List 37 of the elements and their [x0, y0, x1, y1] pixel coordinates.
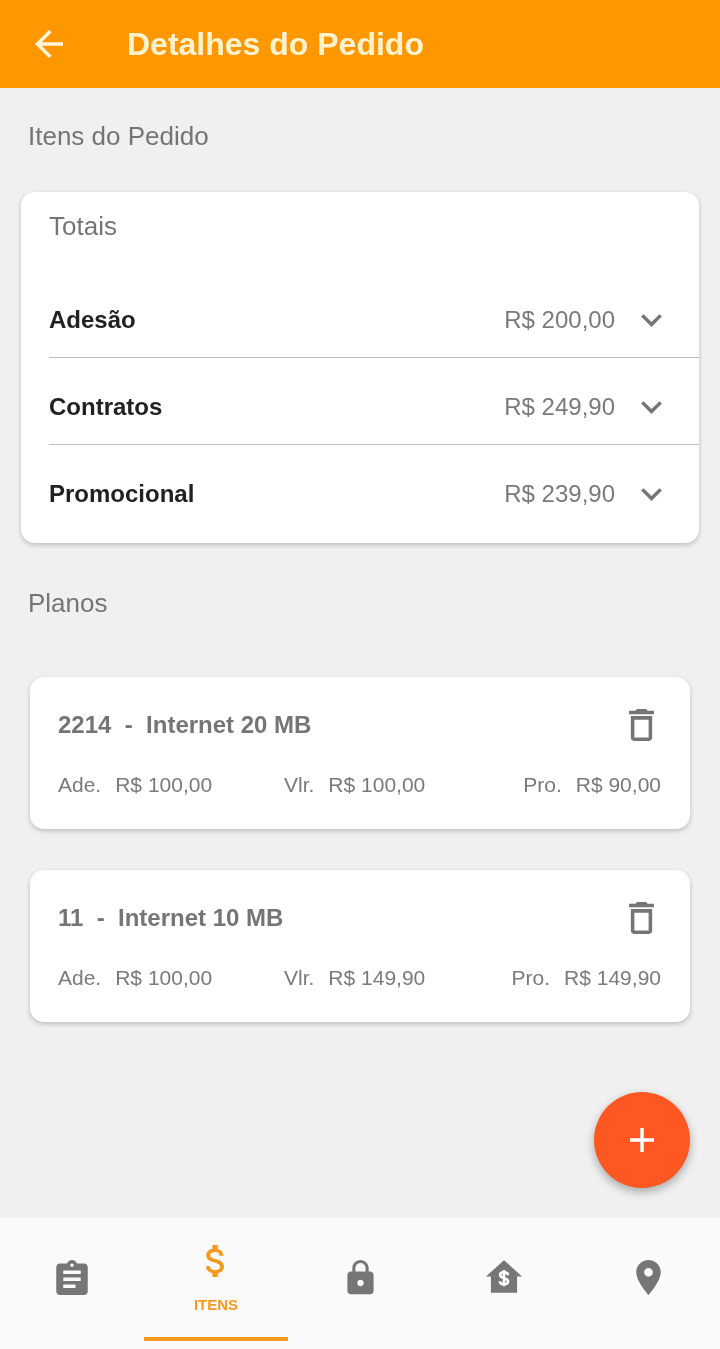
- add-button[interactable]: [594, 1092, 690, 1188]
- field-label: Vlr.: [284, 965, 315, 991]
- page-title: Detalhes do Pedido: [127, 25, 424, 63]
- plus-icon: [630, 1128, 654, 1152]
- house-dollar-icon: [486, 1260, 522, 1293]
- total-label: Promocional: [49, 480, 195, 508]
- card-title: Totais: [49, 211, 117, 241]
- chevron-down-icon[interactable]: [641, 487, 662, 501]
- location-pin-icon: [635, 1260, 661, 1295]
- nav-tab[interactable]: ITENS: [144, 1218, 288, 1349]
- total-value: R$ 249,90: [504, 393, 615, 421]
- field-label: Vlr.: [284, 772, 315, 798]
- clipboard-icon: [56, 1260, 88, 1295]
- field-value: R$ 100,00: [115, 772, 213, 798]
- field-value: R$ 149,90: [564, 965, 661, 991]
- field-value: R$ 90,00: [575, 772, 661, 798]
- lock-icon: [346, 1260, 374, 1296]
- chevron-down-icon[interactable]: [641, 313, 662, 327]
- trash-icon[interactable]: [629, 902, 654, 934]
- section-title: Planos: [28, 588, 108, 618]
- trash-icon[interactable]: [629, 709, 654, 741]
- section-title: Itens do Pedido: [28, 121, 209, 151]
- chevron-down-icon[interactable]: [641, 400, 662, 414]
- field-label: Pro.: [511, 965, 551, 991]
- field-value: R$ 100,00: [115, 965, 213, 991]
- plan-title: 2214 - Internet 20 MB: [58, 710, 312, 740]
- dollar-icon: [206, 1245, 226, 1277]
- total-value: R$ 239,90: [504, 480, 615, 508]
- field-value: R$ 149,90: [328, 965, 426, 991]
- total-label: Adesão: [49, 306, 136, 334]
- field-label: Ade.: [58, 772, 102, 798]
- field-value: R$ 100,00: [328, 772, 426, 798]
- field-label: Ade.: [58, 965, 102, 991]
- plan-title: 11 - Internet 10 MB: [58, 903, 284, 933]
- total-label: Contratos: [49, 393, 163, 421]
- field-label: Pro.: [523, 772, 562, 798]
- total-value: R$ 200,00: [504, 306, 615, 334]
